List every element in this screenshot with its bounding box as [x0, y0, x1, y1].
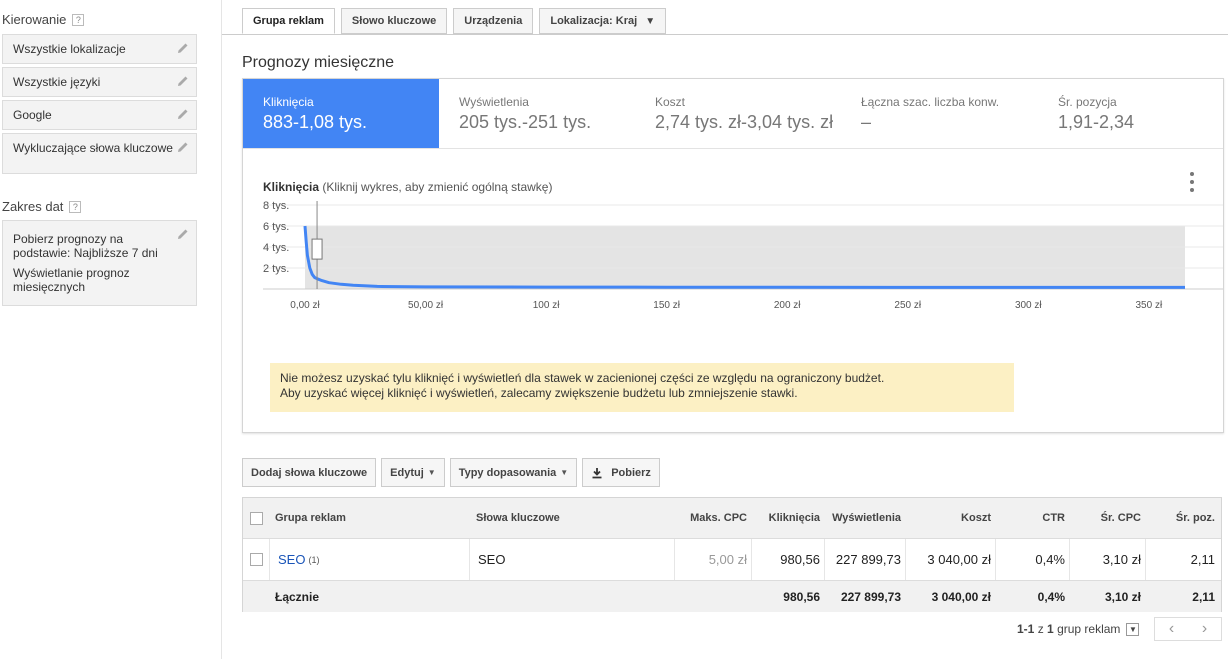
help-icon[interactable]: ?: [69, 200, 82, 213]
pagination-summary: 1-1 z 1 grup reklam ▼: [1017, 622, 1140, 636]
tab-ad-group[interactable]: Grupa reklam: [242, 8, 335, 34]
metric-impressions[interactable]: Wyświetlenia 205 tys.-251 tys.: [439, 79, 635, 148]
date-range-heading: Zakres dat ?: [2, 199, 82, 214]
clicks-cell: 980,56: [751, 539, 824, 580]
avg-pos-cell: 2,11: [1145, 539, 1219, 580]
metric-avg-position[interactable]: Śr. pozycja 1,91-2,34: [1038, 79, 1223, 148]
y-tick-label: 8 tys.: [263, 200, 289, 212]
total-avg-cpc: 3,10 zł: [1104, 589, 1141, 604]
pencil-icon[interactable]: [177, 141, 189, 153]
x-tick-label: 50,00 zł: [408, 300, 444, 311]
targeting-heading: Kierowanie ?: [2, 12, 85, 27]
metric-conversions[interactable]: Łączna szac. liczba konw. –: [841, 79, 1037, 148]
col-keywords[interactable]: Słowa kluczowe: [476, 498, 560, 538]
pencil-icon[interactable]: [177, 75, 189, 87]
chevron-down-icon: ▼: [427, 468, 436, 477]
x-tick-label: 200 zł: [774, 300, 801, 311]
ad-group-cell: SEO (1): [269, 539, 469, 580]
view-tabs: Grupa reklam Słowo kluczowe Urządzenia L…: [242, 8, 667, 34]
table-toolbar: Dodaj słowa kluczowe Edytuj ▼ Typy dopaso…: [242, 458, 660, 487]
x-tick-label: 300 zł: [1015, 300, 1042, 311]
pencil-icon[interactable]: [177, 42, 189, 54]
row-select-cell: [250, 539, 263, 580]
add-keywords-button[interactable]: Dodaj słowa kluczowe: [242, 458, 377, 487]
col-ad-group[interactable]: Grupa reklam: [275, 498, 346, 538]
col-cost[interactable]: Koszt: [903, 498, 991, 538]
total-cost: 3 040,00 zł: [931, 589, 991, 604]
x-tick-label: 100 zł: [533, 300, 560, 311]
cost-cell: 3 040,00 zł: [905, 539, 995, 580]
y-tick-label: 2 tys.: [263, 263, 289, 275]
y-tick-label: 4 tys.: [263, 242, 289, 254]
budget-warning: Nie możesz uzyskać tylu kliknięć i wyświ…: [270, 363, 1014, 412]
prev-page-button[interactable]: ‹: [1155, 618, 1188, 640]
tab-location[interactable]: Lokalizacja: Kraj ▼: [539, 8, 667, 34]
metric-clicks[interactable]: Kliknięcia 883-1,08 tys.: [243, 79, 439, 148]
tab-keyword[interactable]: Słowo kluczowe: [340, 8, 448, 34]
network-targeting-item[interactable]: Google: [2, 100, 197, 130]
col-clicks[interactable]: Kliknięcia: [753, 498, 820, 538]
ad-group-count: (1): [308, 554, 320, 565]
pagination-nav: ‹ ›: [1154, 617, 1222, 641]
budget-limited-region: [305, 226, 1185, 289]
language-targeting-item[interactable]: Wszystkie języki: [2, 67, 197, 97]
table-total-row: Łącznie 980,56 227 899,73 3 040,00 zł 0,…: [243, 581, 1221, 612]
bid-slider-handle[interactable]: [311, 238, 323, 260]
left-sidebar: Kierowanie ? Wszystkie lokalizacje Wszys…: [0, 0, 222, 659]
page-title: Prognozy miesięczne: [242, 54, 395, 71]
total-avg-pos: 2,11: [1192, 589, 1215, 604]
keywords-cell: SEO: [469, 539, 674, 580]
table-row: SEO (1) SEO 5,00 zł 980,56 227 899,73 3 …: [243, 539, 1221, 581]
total-impressions: 227 899,73: [840, 589, 901, 604]
select-all-cell: [250, 498, 263, 538]
metric-selector: Kliknięcia 883-1,08 tys. Wyświetlenia 20…: [243, 79, 1223, 149]
chevron-down-icon: ▼: [560, 468, 569, 477]
clicks-forecast-chart[interactable]: 8 tys. 6 tys. 4 tys. 2 tys. 0,00 zł 50,00 zł 1…: [243, 197, 1223, 357]
total-ctr: 0,4%: [1037, 589, 1065, 604]
col-avg-pos[interactable]: Śr. poz.: [1145, 498, 1215, 538]
tab-devices[interactable]: Urządzenia: [453, 8, 534, 34]
forecast-table: Grupa reklam Słowa kluczowe Maks. CPC Kl…: [242, 497, 1222, 612]
y-tick-label: 6 tys.: [263, 221, 289, 233]
x-tick-label: 250 zł: [894, 300, 921, 311]
negative-keywords-item[interactable]: Wykluczające słowa kluczowe: [2, 133, 197, 174]
max-cpc-cell[interactable]: 5,00 zł: [674, 539, 751, 580]
download-button[interactable]: Pobierz: [582, 458, 660, 487]
ctr-cell: 0,4%: [995, 539, 1069, 580]
col-max-cpc[interactable]: Maks. CPC: [673, 498, 747, 538]
match-types-button[interactable]: Typy dopasowania ▼: [449, 458, 578, 487]
impressions-cell: 227 899,73: [824, 539, 905, 580]
x-tick-label: 0,00 zł: [290, 300, 320, 311]
chart-title: Kliknięcia (Kliknij wykres, aby zmienić …: [263, 180, 553, 194]
next-page-button[interactable]: ›: [1188, 618, 1221, 640]
ad-group-link[interactable]: SEO: [278, 552, 305, 567]
col-avg-cpc[interactable]: Śr. CPC: [1069, 498, 1141, 538]
download-icon: [592, 467, 602, 478]
avg-cpc-cell: 3,10 zł: [1069, 539, 1145, 580]
select-all-checkbox[interactable]: [250, 511, 263, 525]
col-ctr[interactable]: CTR: [993, 498, 1065, 538]
page-size-dropdown[interactable]: ▼: [1126, 622, 1140, 636]
row-checkbox[interactable]: [250, 553, 263, 566]
help-icon[interactable]: ?: [72, 13, 85, 26]
x-tick-label: 150 zł: [653, 300, 680, 311]
pencil-icon[interactable]: [177, 228, 189, 240]
pencil-icon[interactable]: [177, 108, 189, 120]
total-clicks: 980,56: [783, 589, 820, 604]
more-vert-icon[interactable]: [1187, 171, 1197, 193]
tab-divider: [222, 34, 1228, 35]
forecast-card: Kliknięcia 883-1,08 tys. Wyświetlenia 20…: [242, 78, 1224, 433]
total-label: Łącznie: [275, 589, 320, 604]
x-tick-label: 350 zł: [1135, 300, 1162, 311]
metric-cost[interactable]: Koszt 2,74 tys. zł-3,04 tys. zł: [635, 79, 841, 148]
table-header: Grupa reklam Słowa kluczowe Maks. CPC Kl…: [243, 498, 1221, 539]
location-targeting-item[interactable]: Wszystkie lokalizacje: [2, 34, 197, 64]
date-range-item[interactable]: Pobierz prognozy na podstawie: Najbliższ…: [2, 220, 197, 306]
chevron-down-icon: ▼: [645, 15, 656, 27]
edit-button[interactable]: Edytuj ▼: [381, 458, 445, 487]
col-impressions[interactable]: Wyświetlenia: [823, 498, 901, 538]
